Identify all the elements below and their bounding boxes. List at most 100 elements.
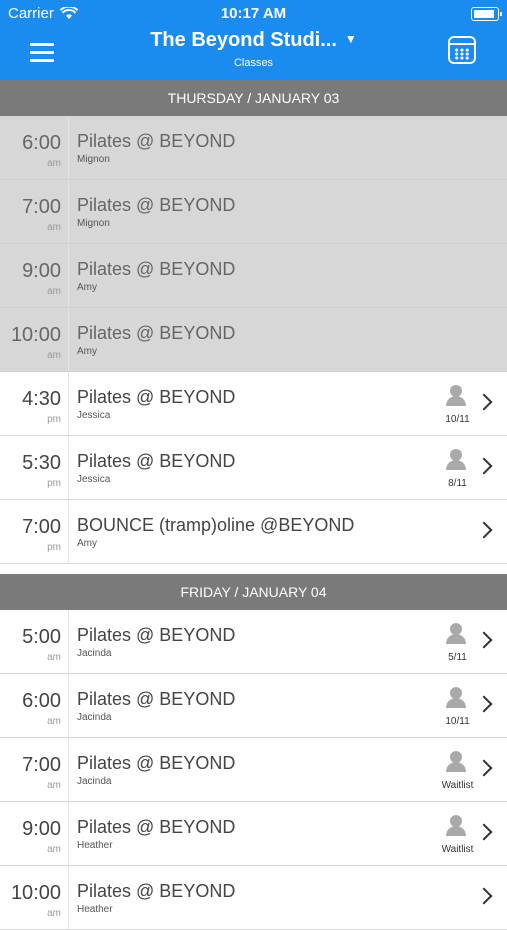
class-time: 5:00 <box>22 626 61 648</box>
time-column: 6:00 am <box>0 116 69 179</box>
enrollment-count: 8/11 <box>448 478 467 489</box>
app-header: Carrier 10:17 AM The Beyond Studi... ▼ Cl… <box>0 0 507 80</box>
class-time: 7:00 <box>22 516 61 538</box>
day-header: THURSDAY / JANUARY 03 <box>0 80 507 116</box>
person-icon <box>444 449 468 473</box>
clock: 10:17 AM <box>220 5 287 22</box>
class-row[interactable]: 4:30 pm Pilates @ BEYOND Jessica 10/11 <box>0 372 507 436</box>
class-time: 10:00 <box>10 882 61 904</box>
time-column: 4:30 pm <box>0 372 69 435</box>
class-name: Pilates @ BEYOND <box>77 387 236 407</box>
instructor-name: Amy <box>77 282 97 293</box>
class-name: Pilates @ BEYOND <box>77 753 236 773</box>
class-ampm: am <box>47 844 61 855</box>
chevron-right-icon <box>475 521 493 539</box>
class-row[interactable]: 6:00 am Pilates @ BEYOND Mignon <box>0 116 507 180</box>
person-icon <box>444 623 468 647</box>
class-ampm: am <box>47 652 61 663</box>
time-column: 10:00 am <box>0 308 69 371</box>
enrollment-count: 5/11 <box>448 652 467 663</box>
class-row[interactable]: 7:00 am Pilates @ BEYOND Mignon <box>0 180 507 244</box>
class-time: 5:30 <box>22 452 61 474</box>
class-time: 9:00 <box>22 260 61 282</box>
instructor-name: Heather <box>77 840 113 851</box>
day-header: FRIDAY / JANUARY 04 <box>0 574 507 610</box>
class-name: Pilates @ BEYOND <box>77 451 236 471</box>
chevron-right-icon <box>475 759 493 777</box>
class-ampm: am <box>47 222 61 233</box>
class-row[interactable]: 5:00 am Pilates @ BEYOND Jacinda 5/11 <box>0 610 507 674</box>
time-column: 7:00 am <box>0 180 69 243</box>
class-ampm: am <box>47 716 61 727</box>
chevron-right-icon <box>475 695 493 713</box>
page-title: The Beyond Studi... ▼ <box>150 29 357 51</box>
class-row[interactable]: 7:00 am Pilates @ BEYOND Jacinda Waitlist <box>0 738 507 802</box>
time-column: 5:00 am <box>0 610 69 673</box>
page-subtitle: Classes <box>233 57 274 69</box>
class-time: 7:00 <box>22 754 61 776</box>
instructor-name: Amy <box>77 538 97 549</box>
chevron-right-icon <box>475 631 493 649</box>
section-spacer <box>0 564 507 574</box>
calendar-icon[interactable] <box>448 36 476 64</box>
instructor-name: Jessica <box>77 410 111 421</box>
chevron-right-icon <box>475 393 493 411</box>
class-time: 6:00 <box>22 132 61 154</box>
time-column: 10:00 am <box>0 866 69 929</box>
class-name: Pilates @ BEYOND <box>77 881 236 901</box>
chevron-right-icon <box>475 823 493 841</box>
class-row[interactable]: 7:00 pm BOUNCE (tramp)oline @BEYOND Amy <box>0 500 507 564</box>
class-name: Pilates @ BEYOND <box>77 689 236 709</box>
time-column: 6:00 am <box>0 674 69 737</box>
instructor-name: Jacinda <box>77 776 112 787</box>
class-row[interactable]: 5:30 pm Pilates @ BEYOND Jessica 8/11 <box>0 436 507 500</box>
class-schedule-list[interactable]: THURSDAY / JANUARY 03 6:00 am Pilates @ BEY… <box>0 80 507 930</box>
class-row[interactable]: 10:00 am Pilates @ BEYOND Amy <box>0 308 507 372</box>
chevron-right-icon <box>475 887 493 905</box>
class-name: Pilates @ BEYOND <box>77 625 236 645</box>
battery-icon <box>471 7 502 21</box>
instructor-name: Jacinda <box>77 712 112 723</box>
person-icon <box>444 687 468 711</box>
class-time: 6:00 <box>22 690 61 712</box>
studio-selector[interactable]: The Beyond Studi... ▼ Classes <box>120 29 387 69</box>
class-ampm: am <box>47 158 61 169</box>
instructor-name: Amy <box>77 346 97 357</box>
person-icon <box>444 815 468 839</box>
class-time: 7:00 <box>22 196 61 218</box>
menu-button[interactable] <box>28 38 60 68</box>
class-time: 4:30 <box>22 388 61 410</box>
enrollment-count: 10/11 <box>445 716 470 727</box>
enrollment-count: Waitlist <box>441 780 474 791</box>
class-ampm: am <box>47 286 61 297</box>
class-row[interactable]: 9:00 am Pilates @ BEYOND Heather Waitlist <box>0 802 507 866</box>
class-name: Pilates @ BEYOND <box>77 817 236 837</box>
class-ampm: pm <box>47 478 61 489</box>
class-ampm: pm <box>47 414 61 425</box>
instructor-name: Jacinda <box>77 648 112 659</box>
time-column: 9:00 am <box>0 244 69 307</box>
person-icon <box>444 385 468 409</box>
class-row[interactable]: 10:00 am Pilates @ BEYOND Heather <box>0 866 507 930</box>
class-row[interactable]: 9:00 am Pilates @ BEYOND Amy <box>0 244 507 308</box>
chevron-right-icon <box>475 457 493 475</box>
class-name: Pilates @ BEYOND <box>77 195 236 215</box>
instructor-name: Heather <box>77 904 113 915</box>
dropdown-caret-icon: ▼ <box>344 32 357 46</box>
enrollment-count: Waitlist <box>441 844 474 855</box>
class-name: Pilates @ BEYOND <box>77 259 236 279</box>
status-bar: Carrier 10:17 AM <box>0 0 507 28</box>
class-time: 9:00 <box>22 818 61 840</box>
class-ampm: am <box>47 908 61 919</box>
time-column: 7:00 am <box>0 738 69 801</box>
person-icon <box>444 751 468 775</box>
time-column: 5:30 pm <box>0 436 69 499</box>
class-row[interactable]: 6:00 am Pilates @ BEYOND Jacinda 10/11 <box>0 674 507 738</box>
instructor-name: Mignon <box>77 218 110 229</box>
time-column: 9:00 am <box>0 802 69 865</box>
instructor-name: Mignon <box>77 154 110 165</box>
class-name: BOUNCE (tramp)oline @BEYOND <box>77 515 355 535</box>
time-column: 7:00 pm <box>0 500 69 563</box>
instructor-name: Jessica <box>77 474 111 485</box>
class-ampm: am <box>47 780 61 791</box>
